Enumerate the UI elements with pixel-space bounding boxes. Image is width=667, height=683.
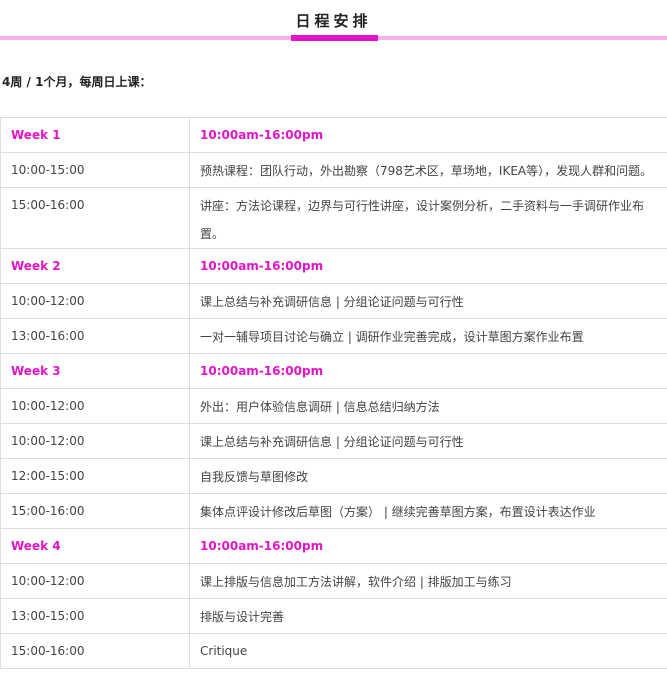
- week-label: Week 2: [0, 248, 190, 284]
- week-hours: 10:00am-16:00pm: [189, 353, 667, 389]
- table-row: 10:00-12:00 课上总结与补充调研信息 | 分组论证问题与可行性: [0, 283, 667, 319]
- week-label: Week 1: [0, 117, 190, 153]
- time-cell: 10:00-12:00: [0, 563, 190, 599]
- table-row: 10:00-15:00 预热课程：团队行动，外出勘察（798艺术区，草场地，IKE…: [0, 152, 667, 188]
- time-cell: 10:00-15:00: [0, 152, 190, 188]
- week-label: Week 4: [0, 528, 190, 564]
- week-hours: 10:00am-16:00pm: [189, 528, 667, 564]
- table-row: 15:00-16:00 集体点评设计修改后草图（方案） | 继续完善草图方案，布置…: [0, 493, 667, 529]
- week-hours: 10:00am-16:00pm: [189, 248, 667, 284]
- week-label: Week 3: [0, 353, 190, 389]
- time-cell: 10:00-12:00: [0, 423, 190, 459]
- activity-cell: Critique: [189, 633, 667, 669]
- time-cell: 13:00-16:00: [0, 318, 190, 354]
- table-row: 15:00-16:00 讲座：方法论课程，边界与可行性讲座，设计案例分析，二手资料…: [0, 187, 667, 249]
- week-hours: 10:00am-16:00pm: [189, 117, 667, 153]
- activity-cell: 课上总结与补充调研信息 | 分组论证问题与可行性: [189, 423, 667, 459]
- activity-cell: 课上总结与补充调研信息 | 分组论证问题与可行性: [189, 283, 667, 319]
- table-row: 10:00-12:00 课上排版与信息加工方法讲解，软件介绍 | 排版加工与练习: [0, 563, 667, 599]
- section-header: 日程安排: [0, 0, 667, 42]
- activity-cell: 集体点评设计修改后草图（方案） | 继续完善草图方案，布置设计表达作业: [189, 493, 667, 529]
- activity-cell: 排版与设计完善: [189, 598, 667, 634]
- time-cell: 15:00-16:00: [0, 187, 190, 249]
- week-header-row: Week 1 10:00am-16:00pm: [0, 117, 667, 153]
- activity-cell: 外出：用户体验信息调研 | 信息总结归纳方法: [189, 388, 667, 424]
- activity-cell: 预热课程：团队行动，外出勘察（798艺术区，草场地，IKEA等），发现人群和问题…: [189, 152, 667, 188]
- activity-cell: 自我反馈与草图修改: [189, 458, 667, 494]
- time-cell: 12:00-15:00: [0, 458, 190, 494]
- schedule-intro: 4周 / 1个月，每周日上课：: [2, 75, 152, 89]
- week-header-row: Week 4 10:00am-16:00pm: [0, 528, 667, 564]
- activity-cell: 一对一辅导项目讨论与确立 | 调研作业完善完成，设计草图方案作业布置: [189, 318, 667, 354]
- week-header-row: Week 3 10:00am-16:00pm: [0, 353, 667, 389]
- schedule-table: Week 1 10:00am-16:00pm 10:00-15:00 预热课程：团队行…: [0, 117, 667, 669]
- time-cell: 10:00-12:00: [0, 388, 190, 424]
- title-underline-accent: [291, 35, 378, 41]
- time-cell: 15:00-16:00: [0, 493, 190, 529]
- activity-cell: 讲座：方法论课程，边界与可行性讲座，设计案例分析，二手资料与一手调研作业布置。: [189, 187, 667, 249]
- table-row: 15:00-16:00 Critique: [0, 633, 667, 669]
- page-title: 日程安排: [295, 12, 372, 30]
- time-cell: 10:00-12:00: [0, 283, 190, 319]
- time-cell: 13:00-15:00: [0, 598, 190, 634]
- week-header-row: Week 2 10:00am-16:00pm: [0, 248, 667, 284]
- time-cell: 15:00-16:00: [0, 633, 190, 669]
- table-row: 10:00-12:00 课上总结与补充调研信息 | 分组论证问题与可行性: [0, 423, 667, 459]
- table-row: 10:00-12:00 外出：用户体验信息调研 | 信息总结归纳方法: [0, 388, 667, 424]
- table-row: 13:00-15:00 排版与设计完善: [0, 598, 667, 634]
- table-row: 13:00-16:00 一对一辅导项目讨论与确立 | 调研作业完善完成，设计草图方…: [0, 318, 667, 354]
- table-row: 12:00-15:00 自我反馈与草图修改: [0, 458, 667, 494]
- activity-cell: 课上排版与信息加工方法讲解，软件介绍 | 排版加工与练习: [189, 563, 667, 599]
